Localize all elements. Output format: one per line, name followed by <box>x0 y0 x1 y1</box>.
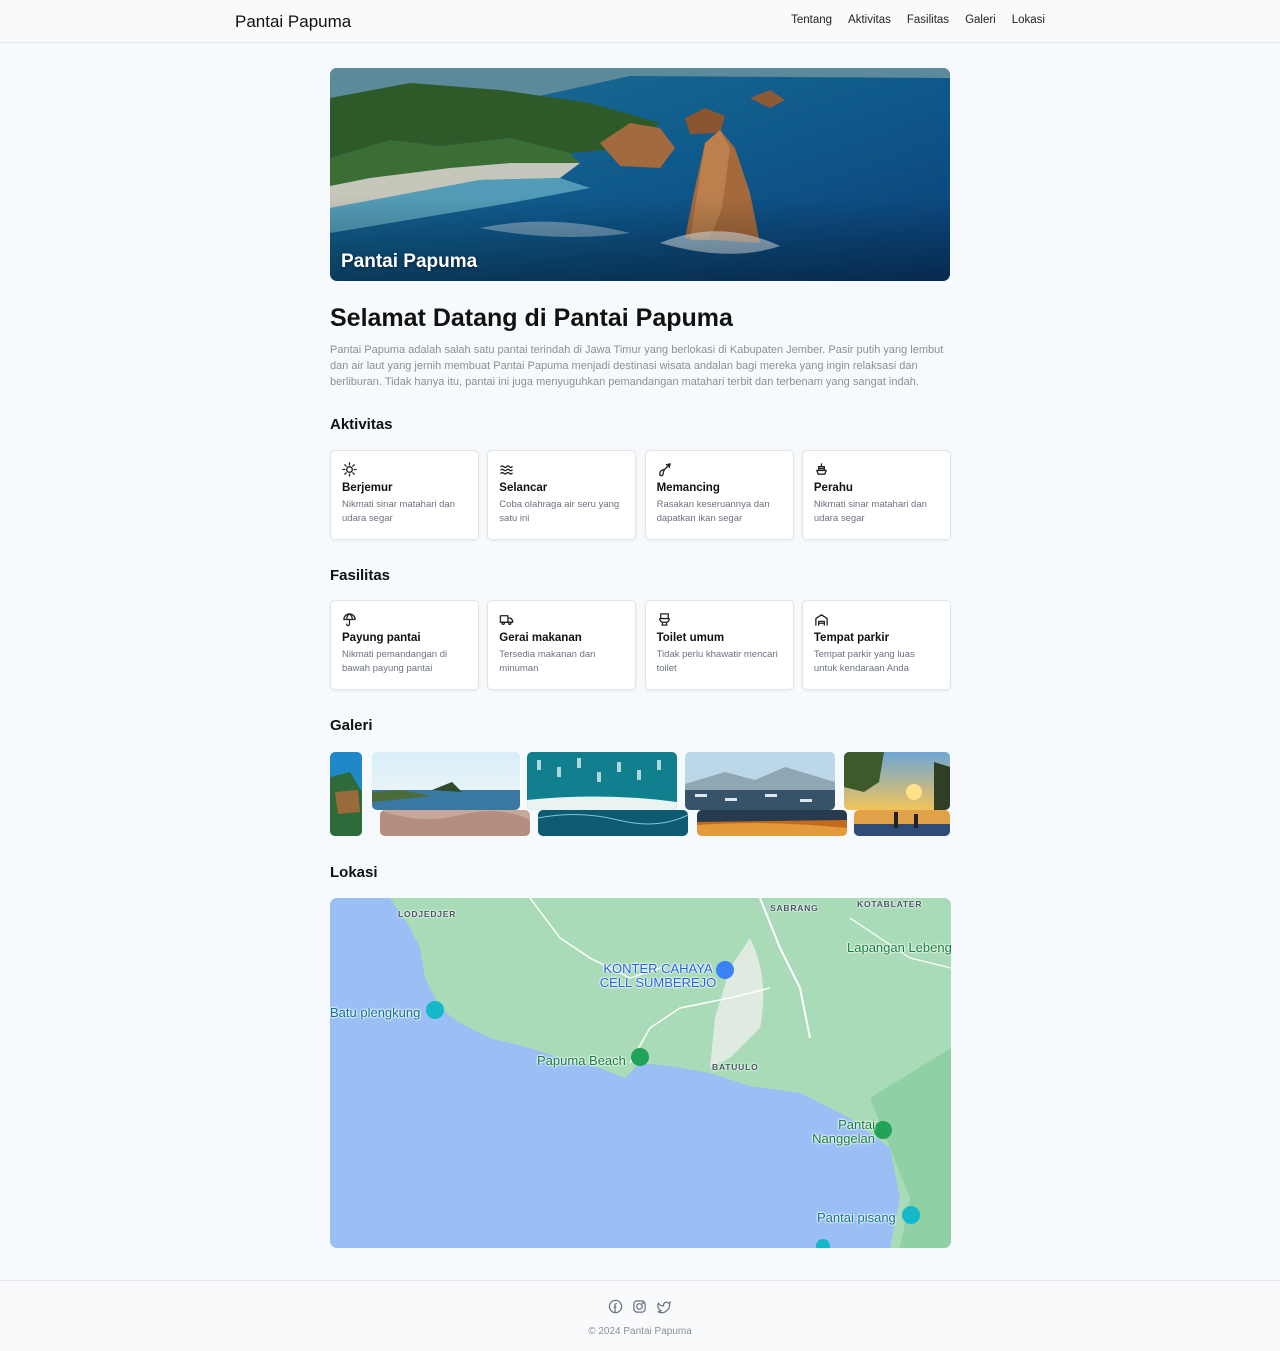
main-nav: Tentang Aktivitas Fasilitas Galeri Lokas… <box>791 14 1045 26</box>
waves-icon <box>499 462 515 478</box>
map-area-label: SABRANG <box>770 903 819 913</box>
gallery-image[interactable] <box>697 810 847 836</box>
facility-card-parkir[interactable]: Tempat parkir Tempat parkir yang luas un… <box>801 600 951 690</box>
twitter-icon[interactable] <box>656 1299 671 1314</box>
intro-text: Pantai Papuma adalah salah satu pantai t… <box>330 344 944 388</box>
card-desc: Nikmati pemandangan di bawah payung pant… <box>342 649 448 674</box>
facility-card-gerai[interactable]: Gerai makanan Tersedia makanan dan minum… <box>487 600 637 690</box>
parking-icon <box>814 612 830 628</box>
section-title-lokasi: Lokasi <box>330 864 378 881</box>
card-title: Selancar <box>499 482 548 494</box>
card-title: Toilet umum <box>656 632 725 644</box>
gallery-image[interactable] <box>854 810 950 836</box>
site-footer: © 2024 Pantai Papuma <box>0 1280 1280 1351</box>
facility-card-payung[interactable]: Payung pantai Nikmati pemandangan di baw… <box>330 600 479 690</box>
activity-card-berjemur[interactable]: Berjemur Nikmati sinar matahari dan udar… <box>330 450 479 540</box>
copyright: © 2024 Pantai Papuma <box>588 1326 692 1337</box>
fasilitas-grid: Payung pantai Nikmati pemandangan di baw… <box>330 600 951 690</box>
map-area-label: KOTABLATER <box>857 899 923 909</box>
gallery-carousel[interactable] <box>330 752 950 836</box>
gallery-image[interactable] <box>685 752 835 810</box>
facility-card-toilet[interactable]: Toilet umum Tidak perlu khawatir mencari… <box>644 600 794 690</box>
sun-icon <box>342 462 358 478</box>
gallery-image[interactable] <box>330 752 362 836</box>
card-title: Memancing <box>656 482 720 494</box>
section-title-galeri: Galeri <box>330 717 373 734</box>
activity-card-memancing[interactable]: Memancing Rasakan keseruannya dan dapatk… <box>644 450 794 540</box>
map-place-pisang[interactable]: Pantai pisang <box>817 1211 896 1225</box>
map-area-label: BATUULO <box>712 1062 759 1072</box>
hero-banner: Pantai Papuma <box>330 68 950 281</box>
gallery-image[interactable] <box>844 752 950 810</box>
card-desc: Tempat parkir yang luas untuk kendaraan … <box>813 649 915 674</box>
card-title: Perahu <box>813 482 853 494</box>
social-links <box>608 1299 671 1314</box>
activity-card-perahu[interactable]: Perahu Nikmati sinar matahari dan udara … <box>801 450 951 540</box>
map-place-papuma-beach[interactable]: Papuma Beach <box>537 1054 626 1068</box>
card-title: Payung pantai <box>342 632 421 644</box>
card-desc: Nikmati sinar matahari dan udara segar <box>813 499 927 524</box>
card-title: Berjemur <box>342 482 393 494</box>
instagram-icon[interactable] <box>632 1299 647 1314</box>
boat-icon <box>814 462 830 478</box>
facebook-icon[interactable] <box>608 1299 623 1314</box>
food-truck-icon <box>499 612 515 628</box>
umbrella-icon <box>342 612 358 628</box>
nav-link-fasilitas[interactable]: Fasilitas <box>907 14 949 26</box>
aktivitas-grid: Berjemur Nikmati sinar matahari dan udar… <box>330 450 951 540</box>
brand-logo[interactable]: Pantai Papuma <box>235 12 351 32</box>
map-place-lapangan[interactable]: Lapangan Lebeng <box>847 941 951 955</box>
activity-card-selancar[interactable]: Selancar Coba olahraga air seru yang sat… <box>487 450 637 540</box>
card-desc: Tersedia makanan dan minuman <box>499 649 596 674</box>
section-title-aktivitas: Aktivitas <box>330 416 393 433</box>
location-map[interactable]: LODJEDJER SABRANG KOTABLATER BATUULO KON… <box>330 898 951 1248</box>
map-place-batu-plengkung[interactable]: Batu plengkung <box>330 1006 420 1020</box>
fishing-icon <box>657 462 673 478</box>
nav-link-aktivitas[interactable]: Aktivitas <box>848 14 891 26</box>
section-title-fasilitas: Fasilitas <box>330 567 391 584</box>
card-title: Gerai makanan <box>499 632 582 644</box>
gallery-image[interactable] <box>527 752 677 810</box>
gallery-image[interactable] <box>538 810 688 836</box>
gallery-image[interactable] <box>380 810 530 836</box>
nav-link-lokasi[interactable]: Lokasi <box>1012 14 1045 26</box>
nav-link-tentang[interactable]: Tentang <box>791 14 832 26</box>
card-desc: Nikmati sinar matahari dan udara segar <box>342 499 455 524</box>
card-desc: Coba olahraga air seru yang satu ini <box>499 499 620 524</box>
page-title: Selamat Datang di Pantai Papuma <box>330 304 733 332</box>
map-area-label: LODJEDJER <box>398 909 457 919</box>
gallery-image[interactable] <box>372 752 520 810</box>
hero-image <box>330 68 950 281</box>
card-desc: Tidak perlu khawatir mencari toilet <box>656 649 778 674</box>
map-place-konter[interactable]: KONTER CAHAYA CELL SUMBEREJO <box>598 962 718 990</box>
hero-title: Pantai Papuma <box>341 251 478 272</box>
nav-link-galeri[interactable]: Galeri <box>965 14 996 26</box>
card-title: Tempat parkir <box>813 632 890 644</box>
site-header: Pantai Papuma Tentang Aktivitas Fasilita… <box>0 0 1280 43</box>
toilet-icon <box>657 612 673 628</box>
map-place-nanggelan[interactable]: Pantai Nanggelan <box>805 1118 875 1146</box>
card-desc: Rasakan keseruannya dan dapatkan ikan se… <box>656 499 770 524</box>
